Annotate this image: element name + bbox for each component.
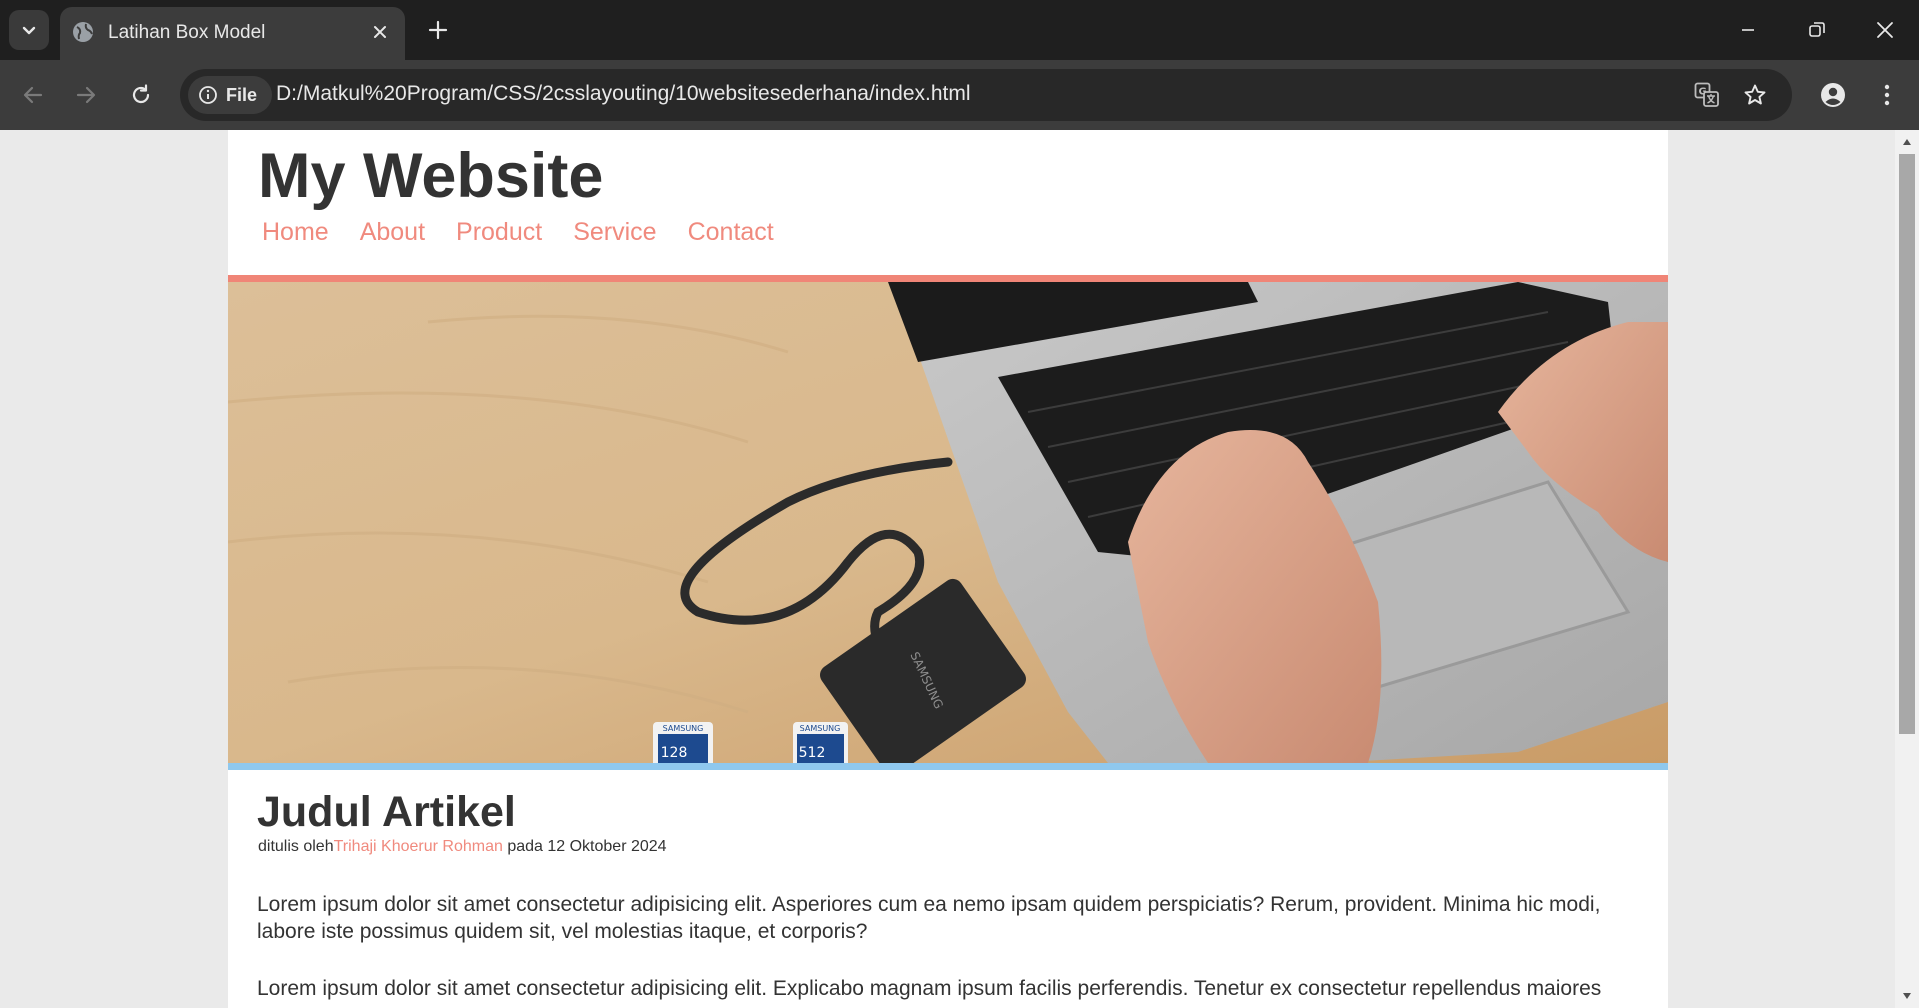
- chevron-down-icon: [22, 26, 36, 35]
- kebab-menu-icon: [1884, 84, 1890, 106]
- bookmark-button[interactable]: [1738, 78, 1772, 112]
- restore-icon: [1809, 22, 1825, 37]
- sd-card-128-brand: SAMSUNG: [663, 724, 704, 733]
- article-meta: ditulis olehTrihaji Khoerur Rohman pada …: [258, 838, 667, 856]
- translate-icon: G: [1694, 82, 1719, 107]
- article-paragraph: Lorem ipsum dolor sit amet consectetur a…: [257, 893, 1601, 943]
- article-paragraph: Lorem ipsum dolor sit amet consectetur a…: [257, 977, 1602, 1000]
- site-title: My Website: [258, 141, 604, 211]
- meta-date: pada 12 Oktober 2024: [502, 838, 667, 855]
- triangle-up-icon: [1903, 139, 1911, 145]
- site-nav: Home About Product Service Contact: [262, 218, 774, 247]
- forward-button[interactable]: [65, 74, 107, 116]
- minimize-button[interactable]: [1713, 0, 1783, 60]
- info-icon: [199, 86, 217, 104]
- menu-button[interactable]: [1866, 74, 1908, 116]
- arrow-left-icon: [23, 86, 43, 104]
- sd-card-512-brand: SAMSUNG: [800, 724, 841, 733]
- nav-link-home[interactable]: Home: [262, 218, 329, 247]
- reload-icon: [132, 84, 150, 104]
- tab-close-button[interactable]: [363, 15, 397, 49]
- profile-icon: [1821, 83, 1845, 107]
- vertical-scrollbar[interactable]: [1895, 130, 1919, 1008]
- page-container: My Website Home About Product Service Co…: [228, 130, 1668, 1008]
- browser-tab-bar: Latihan Box Model: [0, 0, 1919, 60]
- minimize-icon: [1742, 29, 1754, 31]
- sd-card-512: SAMSUNG 512: [793, 722, 848, 763]
- meta-prefix: ditulis oleh: [258, 838, 334, 855]
- plus-icon: [428, 20, 448, 40]
- close-icon: [374, 26, 386, 38]
- article-title: Judul Artikel: [257, 788, 516, 836]
- url-text[interactable]: D:/Matkul%20Program/CSS/2csslayouting/10…: [276, 82, 971, 106]
- nav-link-contact[interactable]: Contact: [688, 218, 774, 247]
- sd-card-128: SAMSUNG 128: [653, 722, 713, 763]
- scroll-up-button[interactable]: [1895, 132, 1919, 152]
- page-viewport: My Website Home About Product Service Co…: [0, 130, 1895, 1008]
- sd-card-128-size: 128: [661, 745, 688, 761]
- nav-link-service[interactable]: Service: [573, 218, 656, 247]
- nav-link-product[interactable]: Product: [456, 218, 542, 247]
- site-info-chip[interactable]: File: [188, 76, 272, 114]
- triangle-down-icon: [1903, 993, 1911, 999]
- reload-button[interactable]: [120, 74, 162, 116]
- nav-link-about[interactable]: About: [360, 218, 425, 247]
- arrow-right-icon: [76, 86, 96, 104]
- star-icon: [1744, 84, 1766, 105]
- hero-photo: SAMSUNG SAMSUNG 128 SAMSUNG 512: [228, 282, 1668, 763]
- translate-button[interactable]: G: [1690, 78, 1724, 112]
- browser-toolbar: File D:/Matkul%20Program/CSS/2csslayouti…: [0, 60, 1919, 130]
- scroll-thumb[interactable]: [1899, 154, 1915, 734]
- close-icon: [1877, 22, 1893, 38]
- scroll-down-button[interactable]: [1895, 986, 1919, 1006]
- sd-card-512-size: 512: [799, 745, 826, 761]
- profile-button[interactable]: [1812, 74, 1854, 116]
- hero-image: SAMSUNG SAMSUNG 128 SAMSUNG 512: [228, 275, 1668, 770]
- author-link[interactable]: Trihaji Khoerur Rohman: [334, 838, 503, 855]
- tab-search-button[interactable]: [9, 10, 49, 50]
- globe-icon: [73, 22, 93, 42]
- chip-label: File: [226, 84, 258, 105]
- address-bar[interactable]: File D:/Matkul%20Program/CSS/2csslayouti…: [180, 69, 1792, 121]
- new-tab-button[interactable]: [420, 12, 456, 48]
- tab-title: Latihan Box Model: [108, 22, 266, 43]
- close-window-button[interactable]: [1850, 0, 1919, 60]
- back-button[interactable]: [12, 74, 54, 116]
- active-tab[interactable]: Latihan Box Model: [60, 7, 405, 60]
- restore-button[interactable]: [1782, 0, 1852, 60]
